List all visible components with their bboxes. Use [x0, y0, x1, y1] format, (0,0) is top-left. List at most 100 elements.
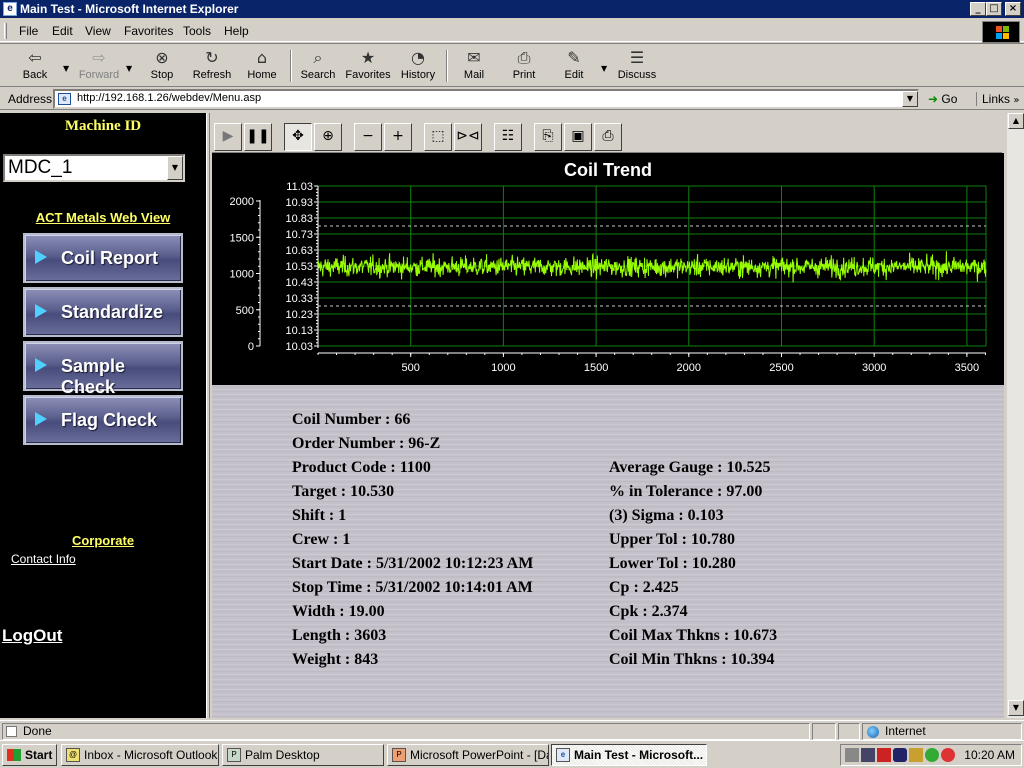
y-left-tick-label-1: 500: [236, 305, 254, 317]
menu-file[interactable]: File: [19, 24, 38, 38]
mail-button[interactable]: ✉ Mail: [449, 47, 499, 85]
stop-button[interactable]: ⊗ Stop: [137, 47, 187, 85]
close-button[interactable]: ×: [1005, 2, 1021, 16]
scroll-down-icon[interactable]: ▼: [1008, 700, 1024, 716]
edit-icon: ✎: [567, 48, 581, 67]
play-arrow-icon: [35, 412, 47, 426]
y-right-tick-label-5: 10.53: [285, 261, 313, 273]
machine-id-label: Machine ID: [64, 118, 142, 134]
sync-icon[interactable]: [925, 748, 939, 762]
favorites-button[interactable]: ★ Favorites: [343, 47, 393, 85]
vertical-scrollbar[interactable]: ▲ ▼: [1006, 113, 1024, 718]
copy-icon[interactable]: ⎘: [534, 123, 562, 151]
scroll-up-icon[interactable]: ▲: [1008, 113, 1024, 129]
status-segment: [812, 723, 836, 740]
flag-check-button[interactable]: Flag Check: [23, 395, 183, 445]
links-button[interactable]: Links »: [976, 92, 1019, 106]
address-input[interactable]: e http://192.168.1.26/webdev/Menu.asp: [53, 89, 919, 109]
chevron-down-icon[interactable]: ▼: [167, 156, 183, 180]
alert-icon[interactable]: [941, 748, 955, 762]
start-button[interactable]: Start: [2, 744, 57, 766]
network-icon[interactable]: [861, 748, 875, 762]
y-left-tick-label-3: 1500: [230, 232, 254, 244]
speaker-icon[interactable]: [845, 748, 859, 762]
refresh-icon: ↻: [205, 48, 219, 67]
save-icon[interactable]: ▣: [564, 123, 592, 151]
print-button[interactable]: ⎙ Print: [499, 47, 549, 85]
search-button[interactable]: ⌕ Search: [293, 47, 343, 85]
zoom-out-icon[interactable]: −: [354, 123, 382, 151]
address-dropdown-icon[interactable]: ▼: [902, 91, 918, 107]
menu-grip: [4, 23, 7, 39]
machine-select-value: MDC_1: [8, 157, 73, 178]
minimize-button[interactable]: _: [970, 2, 986, 16]
menu-view[interactable]: View: [85, 24, 111, 38]
contact-info-link[interactable]: Contact Info: [11, 552, 76, 566]
forward-dropdown-icon[interactable]: ▼: [126, 64, 132, 73]
windows-flag-icon: [7, 749, 21, 761]
coil-info-left-10: Weight : 843: [292, 651, 379, 668]
back-dropdown-icon[interactable]: ▼: [63, 64, 69, 73]
task-powerpoint[interactable]: P Microsoft PowerPoint - [Da...: [387, 744, 549, 766]
zoom-in-icon[interactable]: +: [384, 123, 412, 151]
x-tick-label-6: 3500: [955, 362, 979, 374]
chart-svg: Coil Trend 10.03 10.13 10.23 10.33 10.43 10.5…: [230, 160, 987, 374]
menu-tools[interactable]: Tools: [183, 24, 211, 38]
clock: 10:20 AM: [964, 748, 1015, 762]
y-right-tick-label-7: 10.73: [285, 229, 313, 241]
menu-help[interactable]: Help: [224, 24, 249, 38]
menu-favorites[interactable]: Favorites: [124, 24, 173, 38]
shield-icon[interactable]: [893, 748, 907, 762]
chevron-right-icon: »: [1013, 95, 1020, 106]
address-bar: Address e http://192.168.1.26/webdev/Men…: [0, 88, 1024, 110]
play-arrow-icon: [35, 358, 47, 372]
properties-icon[interactable]: ☷: [494, 123, 522, 151]
corporate-link[interactable]: Corporate: [0, 533, 206, 548]
home-icon: ⌂: [256, 48, 268, 67]
left-nav-panel: Machine ID MDC_1 ▼ ACT Metals Web View C…: [0, 113, 206, 718]
status-bar: Done Internet: [0, 720, 1024, 740]
sample-check-button[interactable]: Sample Check: [23, 341, 183, 397]
coil-info-left-3: Target : 10.530: [292, 483, 395, 500]
go-button[interactable]: ➜ Go: [928, 92, 957, 106]
coil-report-button[interactable]: Coil Report: [23, 233, 183, 283]
back-arrow-icon: ⇦: [28, 48, 42, 67]
play-icon[interactable]: ▶: [214, 123, 242, 151]
logout-link[interactable]: LogOut: [2, 626, 62, 646]
coil-info-panel: Coil Number : 66 Order Number : 96-Z Produ…: [212, 385, 1004, 718]
zoom-fit-icon[interactable]: ⊕: [314, 123, 342, 151]
page-icon: e: [58, 93, 71, 105]
edit-dropdown-icon[interactable]: ▼: [601, 64, 607, 73]
window-title-bar[interactable]: e Main Test - Microsoft Internet Explore…: [0, 0, 1024, 18]
outlook-icon: @: [66, 748, 80, 762]
forward-button[interactable]: ⇨ Forward: [74, 47, 124, 85]
maximize-button[interactable]: □: [986, 2, 1002, 16]
machine-select[interactable]: MDC_1 ▼: [3, 154, 185, 182]
y-left-tick-label-4: 2000: [230, 196, 254, 208]
x-tick-label-3: 2000: [677, 362, 701, 374]
play-arrow-icon: [35, 304, 47, 318]
edit-button[interactable]: ✎ Edit: [549, 47, 599, 85]
discuss-button[interactable]: ☰ Discuss: [612, 47, 662, 85]
home-button[interactable]: ⌂ Home: [237, 47, 287, 85]
pause-icon[interactable]: ❚❚: [244, 123, 272, 151]
history-button[interactable]: ◔ History: [393, 47, 443, 85]
refresh-button[interactable]: ↻ Refresh: [187, 47, 237, 85]
menu-edit[interactable]: Edit: [52, 24, 73, 38]
print-icon[interactable]: ⎙: [594, 123, 622, 151]
back-button[interactable]: ⇦ Back: [10, 47, 60, 85]
stop-icon: ⊗: [155, 48, 169, 67]
task-main-test-ie[interactable]: e Main Test - Microsoft...: [551, 744, 707, 766]
acrobat-icon[interactable]: [877, 748, 891, 762]
status-segment: [838, 723, 860, 740]
task-outlook[interactable]: @ Inbox - Microsoft Outlook: [61, 744, 219, 766]
cursor-split-icon[interactable]: ⊳⊲: [454, 123, 482, 151]
standardize-button[interactable]: Standardize: [23, 287, 183, 337]
act-metals-web-view-link[interactable]: ACT Metals Web View: [0, 210, 206, 225]
select-box-icon[interactable]: ⬚: [424, 123, 452, 151]
task-palm-desktop[interactable]: P Palm Desktop: [222, 744, 384, 766]
forward-arrow-icon: ⇨: [92, 48, 106, 67]
hand-icon[interactable]: [909, 748, 923, 762]
pan-icon[interactable]: ✥: [284, 123, 312, 151]
y-right-tick-label-10: 11.03: [286, 181, 313, 193]
